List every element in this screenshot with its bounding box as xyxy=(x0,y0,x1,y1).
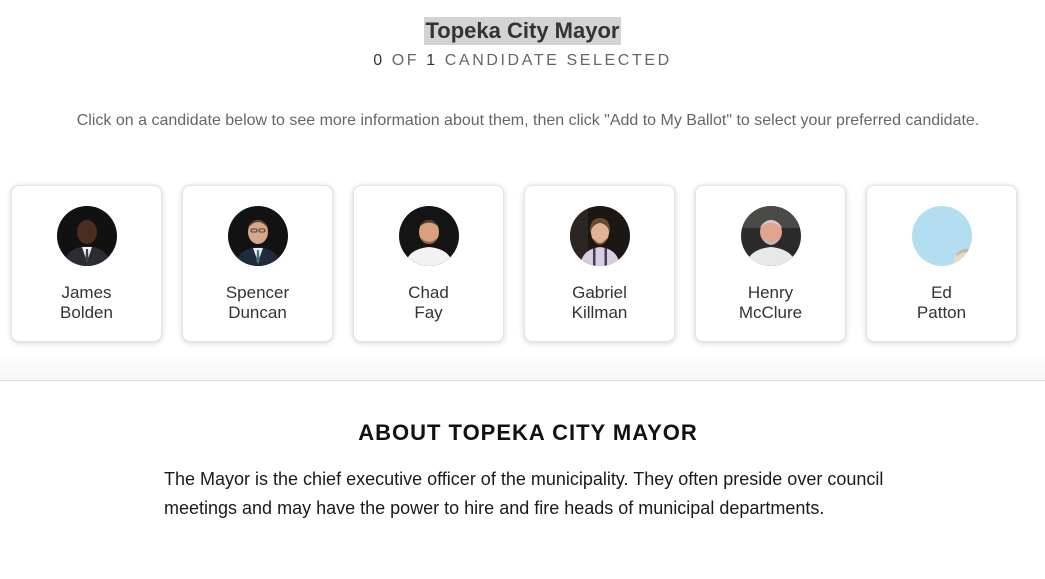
candidate-last-name: Bolden xyxy=(60,303,113,322)
candidate-photo xyxy=(227,206,288,266)
candidate-first-name: Henry xyxy=(747,283,794,302)
total-count: 1 xyxy=(426,52,438,69)
candidate-photo xyxy=(740,206,801,266)
candidate-name: James Bolden xyxy=(60,283,113,323)
selection-status: 0 OF 1 CANDIDATE SELECTED xyxy=(0,52,1045,70)
candidate-name: Henry McClure xyxy=(739,283,802,323)
candidate-card[interactable]: James Bolden xyxy=(11,185,162,342)
candidate-last-name: Fay xyxy=(414,303,443,322)
selection-suffix: CANDIDATE SELECTED xyxy=(444,52,672,69)
candidate-name: Gabriel Killman xyxy=(572,283,628,323)
about-heading: ABOUT TOPEKA CITY MAYOR xyxy=(358,420,698,445)
candidate-last-name: McClure xyxy=(738,303,803,322)
candidate-first-name: Gabriel xyxy=(572,283,627,302)
selected-count: 0 xyxy=(373,52,385,69)
candidate-photo xyxy=(398,206,459,266)
candidate-card[interactable]: Spencer Duncan xyxy=(182,185,333,342)
candidate-first-name: James xyxy=(61,283,112,302)
candidate-last-name: Duncan xyxy=(228,303,287,322)
candidate-first-name: Spencer xyxy=(225,283,290,302)
candidate-last-name: Killman xyxy=(571,303,628,322)
race-title-wrap: Topeka City Mayor xyxy=(0,17,1045,45)
of-label: OF xyxy=(391,52,420,69)
candidate-name: Chad Fay xyxy=(408,283,449,323)
candidate-photo xyxy=(569,206,630,266)
candidate-card[interactable]: Chad Fay xyxy=(353,185,504,342)
race-title: Topeka City Mayor xyxy=(423,17,622,45)
section-divider xyxy=(0,352,1045,381)
candidate-list: James Bolden Spencer Duncan Chad Fay Gab… xyxy=(11,185,1017,342)
candidate-card[interactable]: Henry McClure xyxy=(695,185,846,342)
candidate-name: Ed Patton xyxy=(917,283,966,323)
ballot-race-page: Topeka City Mayor 0 OF 1 CANDIDATE SELEC… xyxy=(0,0,1045,579)
candidate-photo xyxy=(56,206,117,266)
instructions-text: Click on a candidate below to see more i… xyxy=(76,112,980,129)
candidate-card[interactable]: Gabriel Killman xyxy=(524,185,675,342)
about-description: The Mayor is the chief executive officer… xyxy=(164,469,884,518)
candidate-last-name: Patton xyxy=(916,303,967,322)
candidate-name: Spencer Duncan xyxy=(226,283,289,323)
placeholder-avatar-icon xyxy=(911,206,972,266)
candidate-first-name: Chad xyxy=(408,283,449,302)
candidate-card[interactable]: Ed Patton xyxy=(866,185,1017,342)
candidate-first-name: Ed xyxy=(931,283,952,302)
